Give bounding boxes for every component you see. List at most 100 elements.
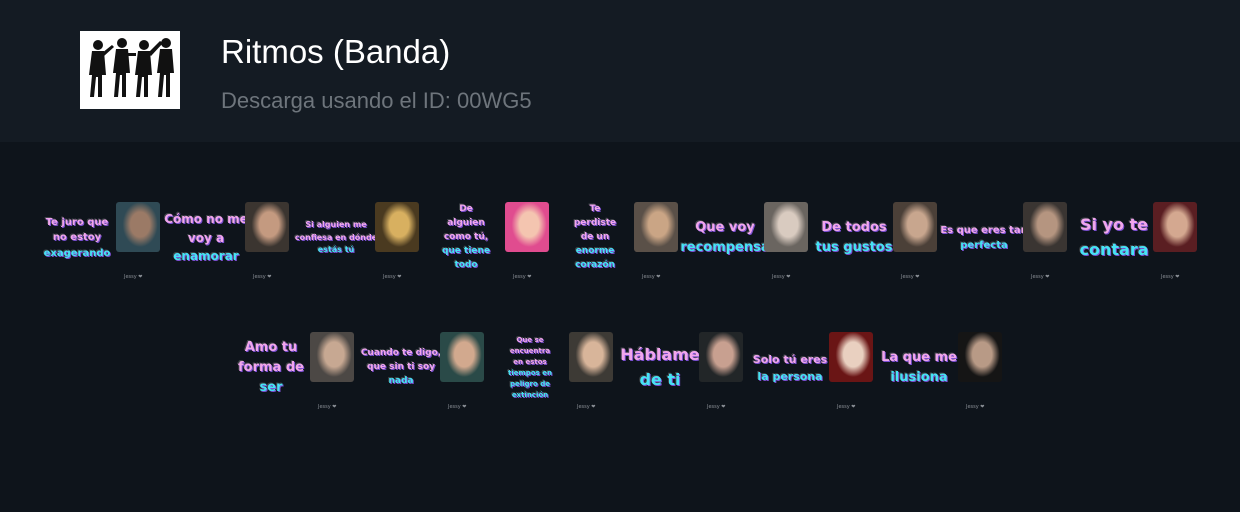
sticker-item[interactable]: Que se encuentra en estos tiempos en peligro… <box>491 318 616 418</box>
sticker-caption-line: tus gustos <box>815 240 893 255</box>
sticker-photo <box>245 202 289 252</box>
sticker-caption: La que me ilusiona <box>880 318 958 418</box>
sticker-caption: Que voy recompensa <box>680 188 769 288</box>
sticker-item[interactable]: Háblame de ti Jessy ❤ <box>620 318 746 418</box>
sticker-caption-line: alguien <box>447 218 485 229</box>
sticker-caption-line: enamorar <box>173 249 239 264</box>
sticker-photo <box>569 332 613 382</box>
sticker-caption-line: nada <box>388 375 414 386</box>
sticker-item[interactable]: Que voy recompensa Jessy ❤ <box>680 188 811 288</box>
sticker-photo <box>893 202 937 252</box>
sticker-signature: Jessy ❤ <box>1161 274 1180 280</box>
sticker-caption-line: tiempos en <box>508 369 552 377</box>
sticker-caption-line: Que se <box>516 336 544 345</box>
sticker-caption-line: de un <box>580 232 610 243</box>
sticker-signature: Jessy ❤ <box>1031 274 1050 280</box>
sticker-item[interactable]: Amo tu forma de ser Jessy ❤ <box>232 318 357 418</box>
sticker-item[interactable]: Te juro que no estoy exagerando Jessy ❤ <box>38 188 163 288</box>
band-silhouette-icon[interactable] <box>80 31 180 109</box>
sticker-signature: Jessy ❤ <box>901 274 920 280</box>
sticker-item[interactable]: Solo tú eres la persona Jessy ❤ <box>751 318 876 418</box>
sticker-photo <box>634 202 678 252</box>
sticker-photo <box>958 332 1002 382</box>
sticker-caption-line: peligro de <box>509 379 550 388</box>
sticker-photo <box>1023 202 1067 252</box>
sticker-caption: Te juro que no estoy exagerando <box>38 188 116 288</box>
sticker-caption-line: Te <box>589 204 601 215</box>
sticker-caption: Si yo te contara <box>1075 188 1153 288</box>
sticker-signature: Jessy ❤ <box>513 274 532 280</box>
sticker-caption: Amo tu forma de ser <box>232 318 310 418</box>
sticker-caption-line: la persona <box>757 370 823 383</box>
sticker-caption-line: La que me <box>881 349 957 365</box>
sticker-caption: De alguien como tú, que tiene todo <box>427 188 505 288</box>
sticker-caption-line: Te juro que <box>45 216 109 228</box>
sticker-item[interactable]: La que me ilusiona Jessy ❤ <box>880 318 1005 418</box>
pack-download-id: Descarga usando el ID: 00WG5 <box>221 88 532 113</box>
sticker-caption: Si alguien me confiesa en dónde estás tú <box>294 188 378 288</box>
sticker-caption-line: corazón <box>575 259 615 270</box>
sticker-caption: Cómo no me voy a enamorar <box>164 188 248 288</box>
sticker-signature: Jessy ❤ <box>124 274 143 280</box>
sticker-signature: Jessy ❤ <box>448 404 467 410</box>
sticker-caption-line: confiesa en dónde <box>294 232 378 242</box>
pack-title: Ritmos (Banda) <box>221 33 451 70</box>
sticker-caption-line: Si alguien me <box>305 220 367 230</box>
sticker-signature: Jessy ❤ <box>577 404 596 410</box>
sticker-signature: Jessy ❤ <box>966 404 985 410</box>
sticker-caption: De todos tus gustos <box>815 188 893 288</box>
sticker-caption-line: forma de <box>238 359 304 375</box>
sticker-item[interactable]: De alguien como tú, que tiene todo Jessy ❤ <box>427 188 552 288</box>
sticker-caption: Es que eres tan perfecta <box>940 188 1027 288</box>
sticker-caption-line: que sin ti soy <box>367 362 435 373</box>
sticker-caption: Te perdiste de un enorme corazón <box>556 188 634 288</box>
sticker-item[interactable]: De todos tus gustos Jessy ❤ <box>815 188 940 288</box>
sticker-caption-line: Solo tú eres <box>752 352 828 366</box>
sticker-caption-line: Cómo no me <box>164 212 248 227</box>
sticker-photo <box>310 332 354 382</box>
sticker-photo <box>440 332 484 382</box>
sticker-caption-line: recompensa <box>680 240 770 255</box>
sticker-caption-line: encuentra <box>509 347 551 356</box>
sticker-signature: Jessy ❤ <box>318 404 337 410</box>
sticker-signature: Jessy ❤ <box>707 404 726 410</box>
sticker-caption: Que se encuentra en estos tiempos en peligro… <box>491 318 569 418</box>
sticker-caption-line: Cuando te digo, <box>360 348 442 359</box>
sticker-item[interactable]: Cómo no me voy a enamorar Jessy ❤ <box>164 188 292 288</box>
sticker-item[interactable]: Si yo te contara Jessy ❤ <box>1075 188 1200 288</box>
sticker-caption: Solo tú eres la persona <box>751 318 829 418</box>
sticker-signature: Jessy ❤ <box>837 404 856 410</box>
sticker-item[interactable]: Si alguien me confiesa en dónde estás tú Je… <box>294 188 422 288</box>
sticker-signature: Jessy ❤ <box>383 274 402 280</box>
sticker-photo <box>116 202 160 252</box>
sticker-caption-line: que tiene <box>441 245 491 256</box>
sticker-caption-line: como tú, <box>443 232 489 243</box>
sticker-photo <box>505 202 549 252</box>
sticker-caption-line: Es que eres tan <box>940 224 1028 236</box>
sticker-caption-line: todo <box>454 259 478 270</box>
sticker-caption-line: ilusiona <box>890 370 948 385</box>
sticker-item[interactable]: Cuando te digo, que sin ti soy nada Jessy ❤ <box>360 318 487 418</box>
sticker-caption-line: contara <box>1079 240 1149 259</box>
sticker-caption-line: de ti <box>639 370 681 389</box>
sticker-caption-line: no estoy <box>52 232 102 244</box>
sticker-caption-line: estás tú <box>317 245 355 255</box>
sticker-signature: Jessy ❤ <box>253 274 272 280</box>
sticker-signature: Jessy ❤ <box>772 274 791 280</box>
sticker-caption-line: De <box>459 204 473 215</box>
sticker-caption-line: extinción <box>511 390 549 399</box>
sticker-item[interactable]: Te perdiste de un enorme corazón Jessy ❤ <box>556 188 681 288</box>
sticker-caption-line: Que voy <box>695 219 755 235</box>
sticker-caption-line: Amo tu <box>244 339 298 355</box>
sticker-caption-line: Háblame <box>620 345 700 365</box>
sticker-photo <box>375 202 419 252</box>
sticker-caption-line: De todos <box>821 219 887 235</box>
sticker-photo <box>764 202 808 252</box>
sticker-caption-line: perfecta <box>960 240 1008 251</box>
pack-header: Ritmos (Banda) Descarga usando el ID: 00… <box>0 0 1240 142</box>
sticker-item[interactable]: Es que eres tan perfecta Jessy ❤ <box>940 188 1070 288</box>
sticker-photo <box>699 332 743 382</box>
sticker-caption-line: en estos <box>513 358 547 367</box>
sticker-caption: Háblame de ti <box>620 318 700 418</box>
sticker-photo <box>1153 202 1197 252</box>
